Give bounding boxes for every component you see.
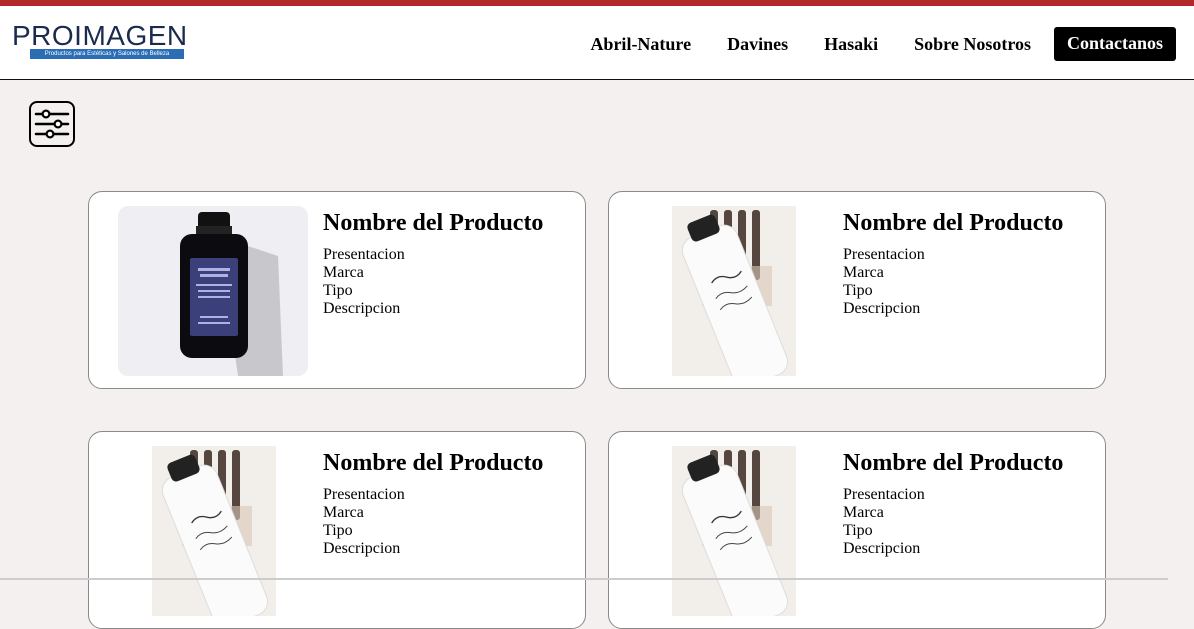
product-tipo: Tipo <box>323 282 353 299</box>
product-card[interactable]: Nombre del Producto Presentacion Marca T… <box>608 431 1106 629</box>
product-marca: Marca <box>843 264 884 281</box>
sliders-icon <box>34 109 70 139</box>
product-presentacion: Presentacion <box>323 246 405 263</box>
product-info: Nombre del Producto Presentacion Marca T… <box>843 210 1063 318</box>
product-marca: Marca <box>323 264 364 281</box>
product-presentacion: Presentacion <box>323 486 405 503</box>
product-tipo: Tipo <box>843 522 873 539</box>
brand-logo[interactable]: PROIMAGEN Productos para Estéticas y Sal… <box>12 22 192 66</box>
filter-button[interactable] <box>29 101 75 147</box>
product-descripcion: Descripcion <box>323 540 401 557</box>
product-tipo: Tipo <box>843 282 873 299</box>
product-image-white-spray-can <box>672 446 796 616</box>
main-nav: Abril-Nature Davines Hasaki Sobre Nosotr… <box>590 27 1176 61</box>
product-marca: Marca <box>843 504 884 521</box>
product-title: Nombre del Producto <box>843 450 1064 476</box>
site-header: PROIMAGEN Productos para Estéticas y Sal… <box>0 6 1194 80</box>
product-descripcion: Descripcion <box>843 540 921 557</box>
product-info: Nombre del Producto Presentacion Marca T… <box>323 450 543 558</box>
product-card[interactable]: Nombre del Producto Presentacion Marca T… <box>88 191 586 389</box>
product-presentacion: Presentacion <box>843 486 925 503</box>
product-marca: Marca <box>323 504 364 521</box>
product-title: Nombre del Producto <box>323 210 544 236</box>
product-image-dark-shampoo-bottle <box>118 206 308 376</box>
product-info: Nombre del Producto Presentacion Marca T… <box>843 450 1063 558</box>
nav-link-sobre-nosotros[interactable]: Sobre Nosotros <box>914 34 1031 55</box>
logo-tagline: Productos para Estéticas y Salones de Be… <box>30 49 184 59</box>
nav-link-abril-nature[interactable]: Abril-Nature <box>590 34 691 55</box>
nav-link-hasaki[interactable]: Hasaki <box>824 34 878 55</box>
product-title: Nombre del Producto <box>323 450 544 476</box>
logo-text: PROIMAGEN <box>12 20 188 51</box>
nav-link-davines[interactable]: Davines <box>727 34 788 55</box>
product-card[interactable]: Nombre del Producto Presentacion Marca T… <box>88 431 586 629</box>
product-descripcion: Descripcion <box>843 300 921 317</box>
product-tipo: Tipo <box>323 522 353 539</box>
product-title: Nombre del Producto <box>843 210 1064 236</box>
product-image-white-spray-can <box>672 206 796 376</box>
product-descripcion: Descripcion <box>323 300 401 317</box>
horizontal-scrollbar[interactable] <box>0 578 1168 580</box>
product-image-white-spray-can <box>152 446 276 616</box>
contact-button[interactable]: Contactanos <box>1053 27 1176 61</box>
product-card[interactable]: Nombre del Producto Presentacion Marca T… <box>608 191 1106 389</box>
product-presentacion: Presentacion <box>843 246 925 263</box>
product-info: Nombre del Producto Presentacion Marca T… <box>323 210 543 318</box>
